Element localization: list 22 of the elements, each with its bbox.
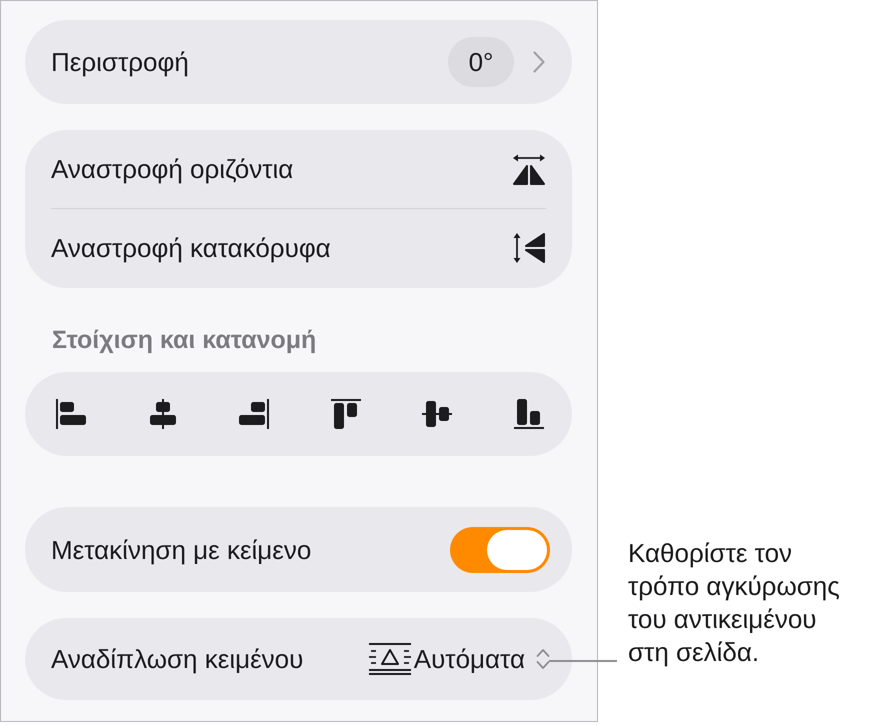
align-right-icon xyxy=(238,398,270,430)
up-down-chevron-icon xyxy=(536,648,550,670)
toggle-switch[interactable] xyxy=(450,526,550,572)
flip-horizontal-icon xyxy=(512,154,546,184)
flip-button[interactable]: Αναστροφή κατακόρυφα xyxy=(51,209,546,287)
rotation-label: Περιστροφή xyxy=(51,47,189,77)
align-bottom-icon xyxy=(512,398,545,430)
chevron-right-icon xyxy=(533,51,545,73)
leader-line xyxy=(549,660,617,662)
align-top-icon xyxy=(330,398,362,430)
wrap-mode-button[interactable]: Αυτόματα xyxy=(368,643,550,675)
align-left-icon xyxy=(55,398,87,430)
flip-vertical-icon xyxy=(513,232,546,264)
toggle-label: Μετακίνηση με κείμενο xyxy=(51,534,312,564)
flip-button[interactable]: Αναστροφή οριζόντια xyxy=(51,130,546,208)
rotation-card[interactable]: Περιστροφή 0° xyxy=(25,20,572,104)
text-wrap-label: Αναδίπλωση κειμένου xyxy=(51,644,304,674)
callout-text: Καθορίστε τον τρόπο αγκύρωσης του αντικειμένου στη σελίδα. xyxy=(628,537,841,669)
section-heading: Στοίχιση και κατανομή xyxy=(51,326,318,354)
rotation-value[interactable]: 0° xyxy=(448,37,514,87)
text-wrap-icon xyxy=(368,643,411,675)
align-middle-icon xyxy=(421,398,454,430)
